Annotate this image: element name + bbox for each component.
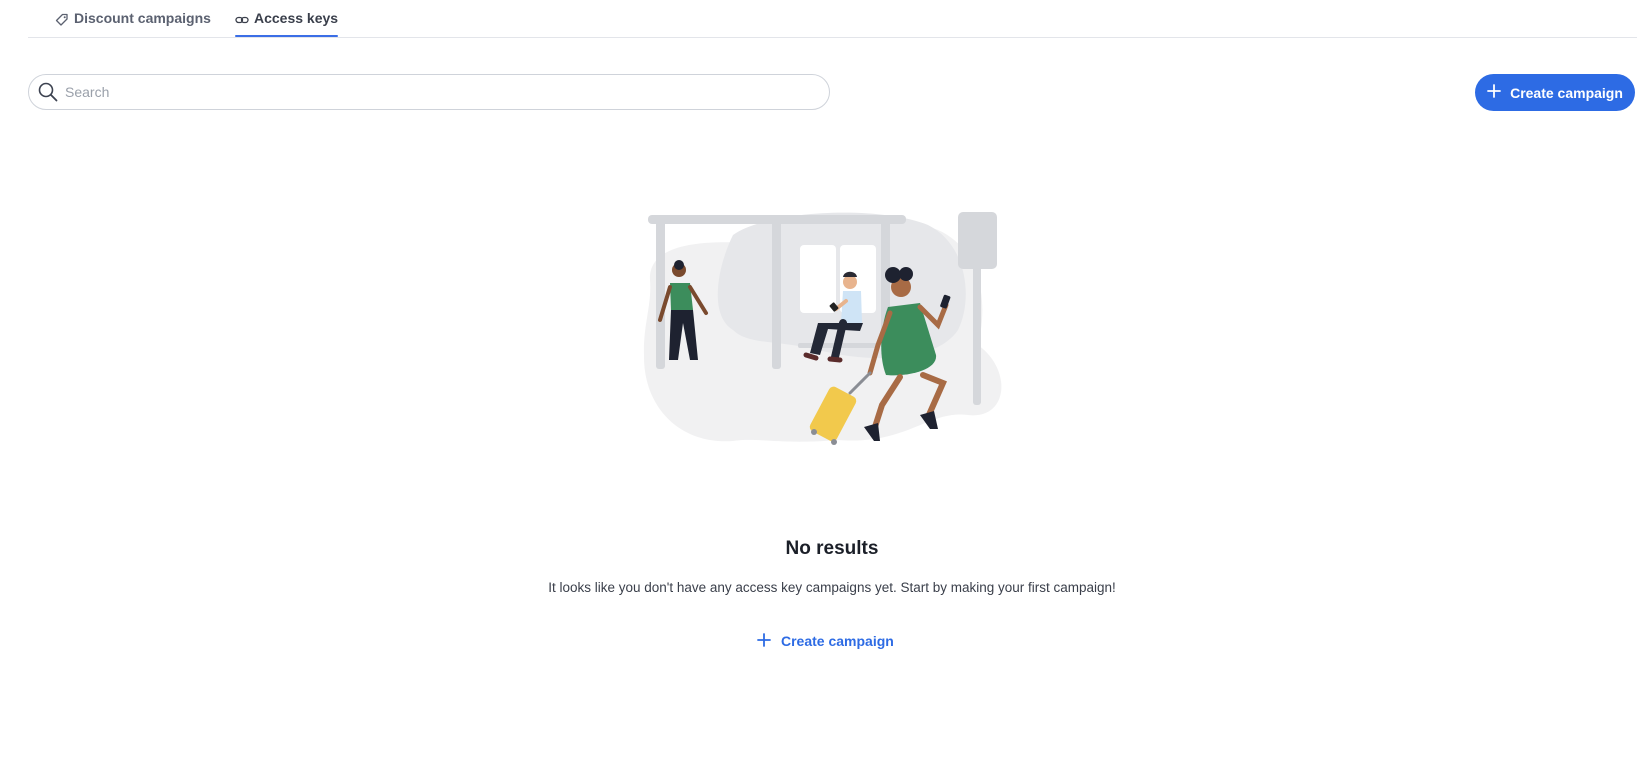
tab-discount-campaigns[interactable]: Discount campaigns [55, 10, 211, 36]
empty-state-title: No results [785, 538, 879, 559]
search-input[interactable] [63, 83, 807, 101]
create-campaign-label: Create campaign [1510, 84, 1623, 101]
search-icon [37, 81, 59, 103]
empty-state-illustration [638, 205, 1028, 475]
tab-label: Discount campaigns [74, 10, 211, 26]
tag-icon [55, 10, 69, 30]
plus-icon [757, 632, 771, 650]
empty-state-message: It looks like you don't have any access … [548, 580, 1116, 595]
create-campaign-button[interactable]: Create campaign [1475, 74, 1635, 111]
create-campaign-link-label: Create campaign [781, 633, 894, 649]
tab-bar: Discount campaigns Access keys [28, 0, 1637, 38]
tab-label: Access keys [254, 10, 339, 26]
search-bar [28, 74, 830, 110]
link-icon [235, 10, 249, 30]
tab-access-keys[interactable]: Access keys [235, 10, 339, 37]
plus-icon [1487, 84, 1501, 101]
create-campaign-link[interactable]: Create campaign [757, 629, 894, 653]
